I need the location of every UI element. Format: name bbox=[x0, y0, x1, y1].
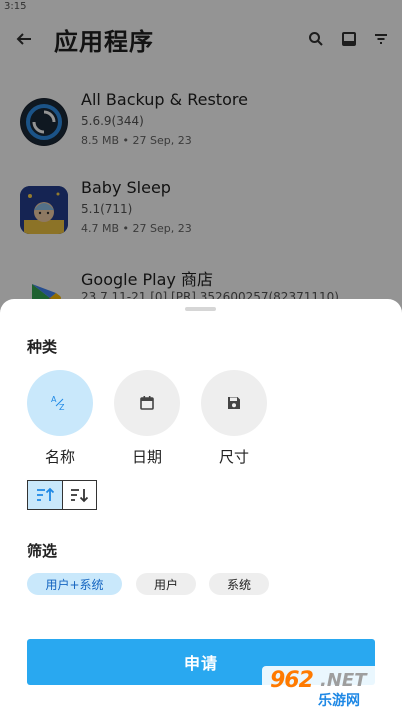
sort-order-toggle bbox=[27, 480, 97, 510]
drag-handle[interactable] bbox=[185, 307, 216, 311]
sort-az-icon[interactable]: AZ bbox=[27, 370, 93, 436]
sort-option-name[interactable]: AZ 名称 bbox=[27, 370, 95, 467]
filter-chip-system[interactable]: 系统 bbox=[209, 573, 269, 595]
sort-option-label: 尺寸 bbox=[218, 448, 249, 466]
sort-descending-icon[interactable] bbox=[61, 481, 96, 509]
sort-option-label: 日期 bbox=[131, 448, 162, 466]
calendar-icon[interactable] bbox=[114, 370, 180, 436]
sort-option-label: 名称 bbox=[44, 448, 75, 466]
filter-chip-user-system[interactable]: 用户+系统 bbox=[27, 573, 122, 595]
filter-chip-user[interactable]: 用户 bbox=[136, 573, 196, 595]
watermark-number: 962 bbox=[270, 668, 314, 693]
sort-filter-bottom-sheet: 种类 AZ 名称 日期 尺寸 筛选 用户+系统 用户 系统 申请 bbox=[0, 299, 402, 715]
svg-text:Z: Z bbox=[59, 403, 65, 412]
watermark-suffix: .NET bbox=[320, 670, 367, 691]
watermark-site: 乐游网 bbox=[318, 693, 360, 709]
sort-ascending-icon[interactable] bbox=[28, 481, 62, 509]
sort-option-date[interactable]: 日期 bbox=[114, 370, 182, 467]
sort-option-size[interactable]: 尺寸 bbox=[201, 370, 269, 467]
svg-text:A: A bbox=[51, 395, 57, 404]
sort-section-title: 种类 bbox=[27, 338, 58, 356]
watermark-logo: 962 .NET 乐游网 bbox=[262, 666, 402, 710]
filter-section-title: 筛选 bbox=[27, 542, 58, 560]
save-icon[interactable] bbox=[201, 370, 267, 436]
